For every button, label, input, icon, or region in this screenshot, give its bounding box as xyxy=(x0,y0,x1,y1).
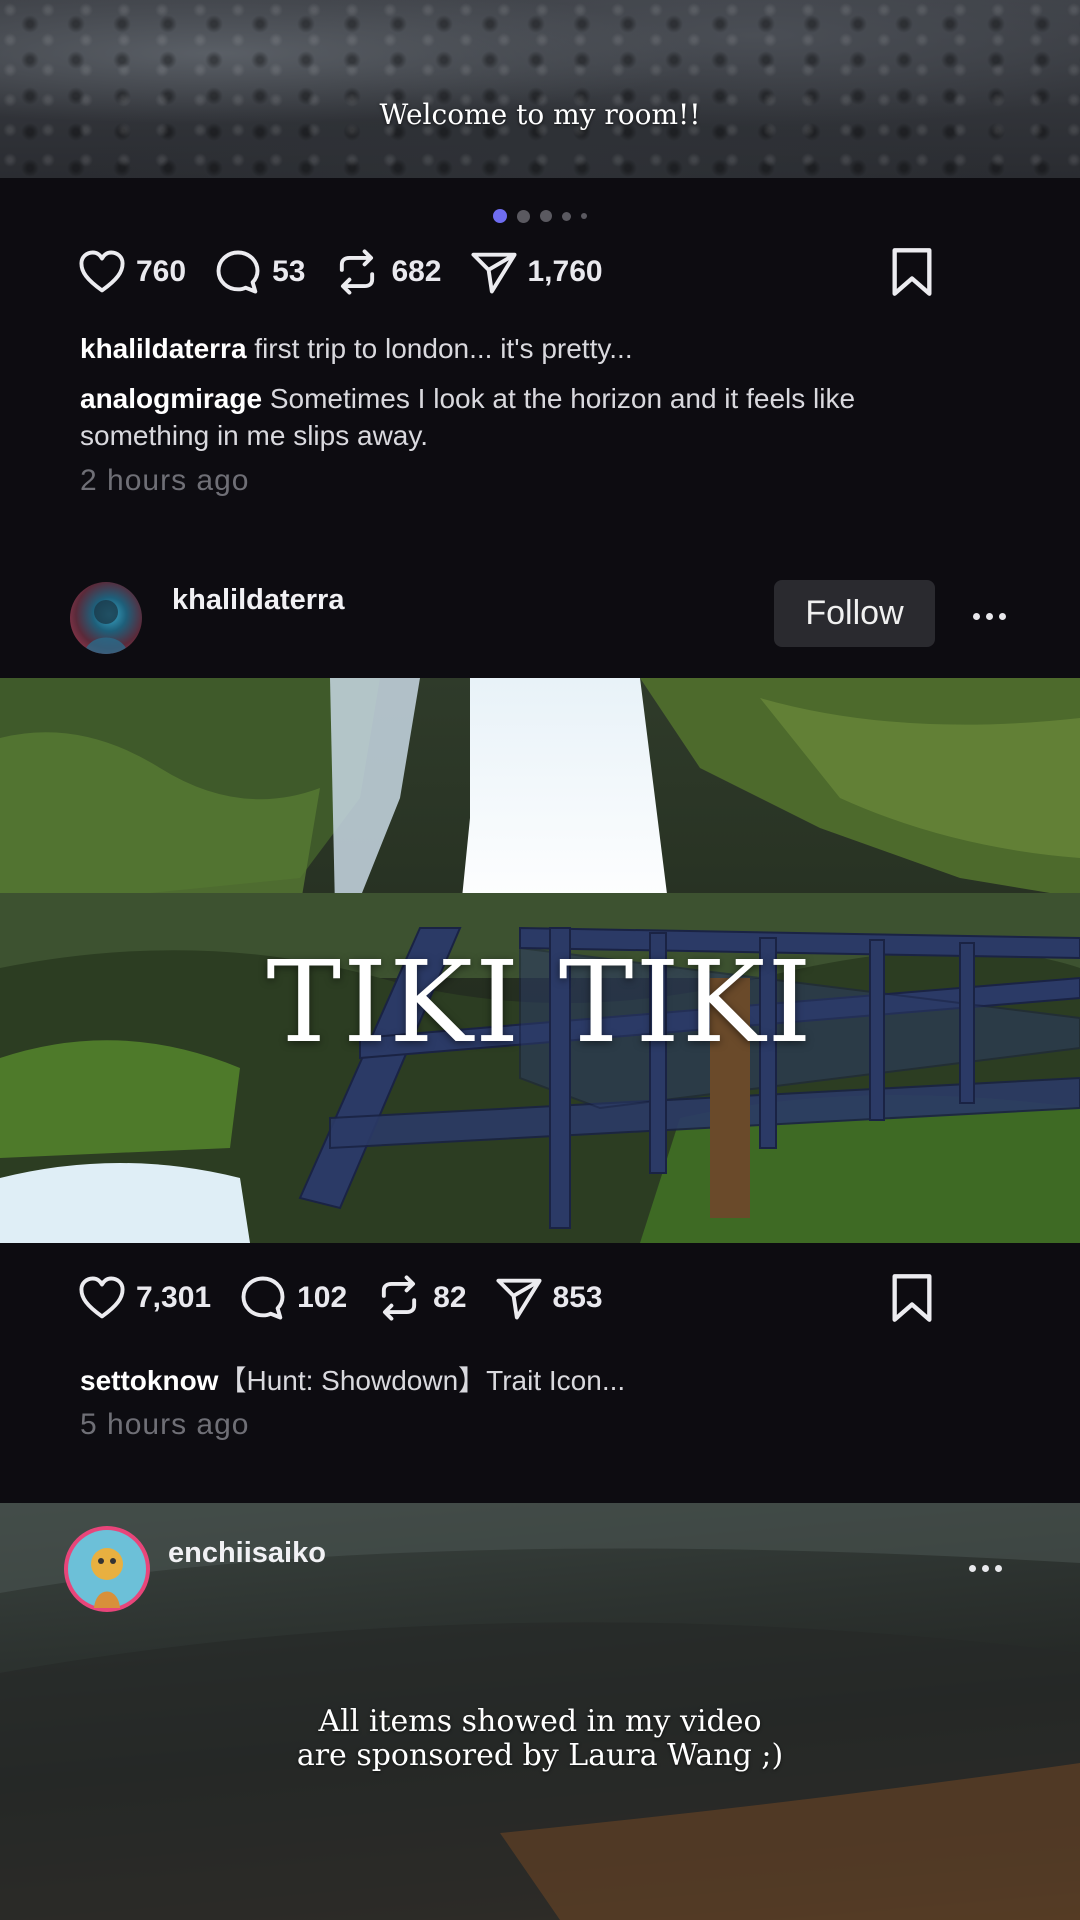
avatar-image xyxy=(84,600,128,654)
share-icon xyxy=(495,1278,542,1320)
bookmark-icon xyxy=(892,248,932,296)
bookmark-button[interactable] xyxy=(888,246,936,303)
share-button[interactable]: 1,760 xyxy=(468,246,603,298)
bookmark-icon xyxy=(892,1274,932,1322)
post2-media-title: TIKI TIKI xyxy=(266,938,814,1068)
like-count: 760 xyxy=(136,255,187,288)
comment-icon xyxy=(241,1276,285,1320)
bookmark-button[interactable] xyxy=(888,1272,936,1329)
repost-button[interactable]: 82 xyxy=(373,1272,467,1324)
more-icon xyxy=(969,1565,976,1572)
post2-caption: settoknow【Hunt: Showdown】Trait Icon... xyxy=(80,1362,900,1399)
repost-count: 82 xyxy=(433,1281,467,1314)
more-icon-dot xyxy=(982,1565,989,1572)
post-username[interactable]: enchiisaiko xyxy=(168,1537,326,1570)
caption-username[interactable]: khalildaterra xyxy=(80,333,247,364)
post2-timestamp: 5 hours ago xyxy=(80,1408,250,1441)
share-icon xyxy=(470,252,517,294)
post1-media-texture xyxy=(0,0,1080,178)
repost-icon xyxy=(382,1275,417,1321)
repost-icon xyxy=(340,249,375,295)
comment-icon xyxy=(216,250,260,294)
share-count: 853 xyxy=(552,1281,603,1314)
avatar[interactable] xyxy=(64,1526,150,1612)
caption-text: first trip to london... it's pretty... xyxy=(246,333,633,364)
carousel-dot[interactable] xyxy=(540,210,552,222)
carousel-dot[interactable] xyxy=(493,209,507,223)
heart-icon xyxy=(79,1276,125,1319)
more-icon-dot xyxy=(986,613,993,620)
more-icon xyxy=(973,613,980,620)
carousel-dots xyxy=(0,209,1080,223)
like-button[interactable]: 760 xyxy=(76,246,186,298)
avatar-image xyxy=(68,1530,146,1608)
caption-text: 【Hunt: Showdown】Trait Icon... xyxy=(218,1365,626,1396)
carousel-dot[interactable] xyxy=(517,209,530,223)
more-options-button[interactable] xyxy=(969,1565,1002,1572)
caption-username[interactable]: settoknow xyxy=(80,1365,218,1396)
comment-username[interactable]: analogmirage xyxy=(80,383,262,414)
comment-button[interactable]: 53 xyxy=(212,246,305,298)
repost-count: 682 xyxy=(391,255,442,288)
carousel-dot[interactable] xyxy=(562,211,571,221)
like-button[interactable]: 7,301 xyxy=(76,1272,211,1324)
post1-media[interactable] xyxy=(0,0,1080,178)
post2-action-bar: 7,301 102 82 853 xyxy=(76,1268,936,1328)
post1-action-bar: 760 53 682 1,760 xyxy=(76,242,936,302)
comment-button[interactable]: 102 xyxy=(237,1272,347,1324)
comment-count: 53 xyxy=(272,255,306,288)
more-options-button[interactable] xyxy=(973,613,1006,620)
follow-button[interactable]: Follow xyxy=(774,580,935,647)
overlay-line: All items showed in my video xyxy=(318,1704,762,1739)
repost-button[interactable]: 682 xyxy=(331,246,442,298)
post1-top-comment: analogmirage Sometimes I look at the hor… xyxy=(80,380,900,454)
share-button[interactable]: 853 xyxy=(493,1272,603,1324)
post1-timestamp: 2 hours ago xyxy=(80,464,250,497)
like-count: 7,301 xyxy=(136,1281,212,1314)
post1-overlay-text: Welcome to my room!! xyxy=(379,98,701,131)
post1-caption: khalildaterra first trip to london... it… xyxy=(80,330,900,367)
heart-icon xyxy=(79,250,125,293)
post-username[interactable]: khalildaterra xyxy=(172,584,344,617)
more-icon-dot xyxy=(995,1565,1002,1572)
comment-count: 102 xyxy=(297,1281,348,1314)
avatar[interactable] xyxy=(70,582,142,654)
share-count: 1,760 xyxy=(527,255,603,288)
more-icon-dot xyxy=(999,613,1006,620)
carousel-dot[interactable] xyxy=(581,213,587,219)
overlay-line: are sponsored by Laura Wang ;) xyxy=(296,1738,784,1773)
post3-overlay-text: All items showed in my video are sponsor… xyxy=(0,1705,1080,1773)
